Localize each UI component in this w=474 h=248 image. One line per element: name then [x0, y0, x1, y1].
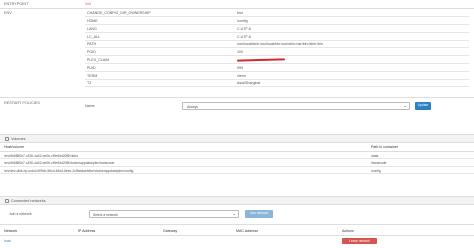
env-value: C.UTF-8: [237, 26, 251, 31]
env-key: PATH: [87, 42, 97, 47]
env-value: Asia/Shanghai: [237, 81, 261, 86]
env-value: 100: [237, 50, 243, 55]
env-row: PGID 100: [85, 49, 469, 57]
leave-network-button[interactable]: Leave network: [342, 237, 377, 244]
env-value: /usr/local/sbin:/usr/local/bin:/usr/sbin…: [237, 42, 323, 47]
col-ip-address: IP Address: [78, 229, 96, 233]
restart-policy-selected-value: Always: [187, 104, 199, 109]
env-value: xterm: [237, 73, 246, 78]
volume-row: /srv/6b6850e7-c430-4a02-be0b-cf9e9dd20f8…: [0, 160, 474, 167]
env-row: TERM xterm: [85, 72, 469, 80]
env-key: TZ: [87, 81, 92, 86]
volumes-section-header: Volumes: [0, 134, 474, 143]
network-select[interactable]: Select a network: [89, 210, 239, 218]
chevron-down-icon: [404, 105, 406, 107]
env-key: HOME: [87, 19, 98, 24]
env-row: PUID 999: [85, 64, 469, 72]
env-key: PGID: [87, 50, 96, 55]
restart-policy-select[interactable]: Always: [182, 102, 410, 110]
env-value: C.UTF-8: [237, 34, 251, 39]
env-key: PLEX_CLAIM: [87, 58, 110, 63]
update-button[interactable]: Update: [415, 102, 431, 110]
volume-host-path: /srv/6b6850e7-c430-4a02-be0b-cf9e9dd20f8…: [4, 153, 79, 158]
env-key: LANG: [87, 26, 97, 31]
restart-policy-name-label: Name: [85, 104, 95, 108]
env-row: HOME /config: [85, 17, 469, 26]
volumes-col-container: Path in container: [371, 145, 398, 149]
volumes-col-host: Host/volume: [4, 145, 24, 149]
join-network-label: Join a network: [9, 212, 32, 216]
volume-container-path: /config: [371, 168, 381, 173]
col-mac-address: MAC Address: [236, 229, 258, 233]
divider: [0, 97, 474, 98]
col-network: Network: [4, 229, 18, 233]
redacted-value-mark: [236, 58, 286, 62]
env-key: LC_ALL: [87, 34, 100, 39]
restart-policies-label: RESTART POLICIES: [4, 101, 40, 105]
volumes-section-title: Volumes: [11, 137, 26, 142]
divider: [0, 224, 474, 225]
divider: [0, 8, 474, 9]
env-value: /config: [237, 19, 248, 24]
env-value: true: [237, 11, 244, 16]
env-row: LANG C.UTF-8: [85, 25, 469, 33]
entrypoint-label: ENTRYPOINT: [4, 2, 29, 6]
env-key: CHANGE_CONFIG_DIR_OWNERSHIP: [87, 11, 151, 16]
network-name-link[interactable]: host: [4, 239, 11, 243]
col-actions: Actions: [342, 229, 354, 233]
env-row: PLEX_CLAIM: [85, 56, 469, 65]
cube-icon: [5, 137, 9, 142]
network-select-placeholder: Select a network: [93, 212, 119, 217]
volume-container-path: /data: [371, 153, 379, 158]
networks-section-title: Connected networks: [11, 199, 46, 204]
volume-host-path: /srv/6b6850e7-c430-4a02-be0b-cf9e9dd20f8…: [4, 161, 115, 166]
env-key: PUID: [87, 65, 96, 70]
env-row: PATH /usr/local/sbin:/usr/local/bin:/usr…: [85, 41, 469, 49]
join-network-button[interactable]: Join network: [245, 210, 273, 218]
network-icon: [5, 199, 9, 204]
networks-section-header: Connected networks: [0, 196, 474, 205]
volume-container-path: /transcode: [371, 161, 387, 166]
volume-row: /srv/dev-disk-by-uuid-b2f9fcb-96cd-46ed-…: [0, 167, 474, 175]
volume-host-path: /srv/dev-disk-by-uuid-b2f9fcb-96cd-46ed-…: [4, 168, 134, 173]
env-label: ENV: [4, 11, 12, 15]
chevron-down-icon: [233, 213, 235, 215]
env-value: 999: [237, 65, 243, 70]
divider: [0, 235, 474, 236]
entrypoint-value: /init: [85, 2, 91, 6]
volume-row: /srv/6b6850e7-c430-4a02-be0b-cf9e9dd20f8…: [0, 152, 474, 160]
env-row: LC_ALL C.UTF-8: [85, 33, 469, 41]
env-row: CHANGE_CONFIG_DIR_OWNERSHIP true: [85, 10, 469, 18]
env-key: TERM: [87, 73, 98, 78]
col-gateway: Gateway: [163, 229, 178, 233]
env-row: TZ Asia/Shanghai: [85, 80, 469, 88]
